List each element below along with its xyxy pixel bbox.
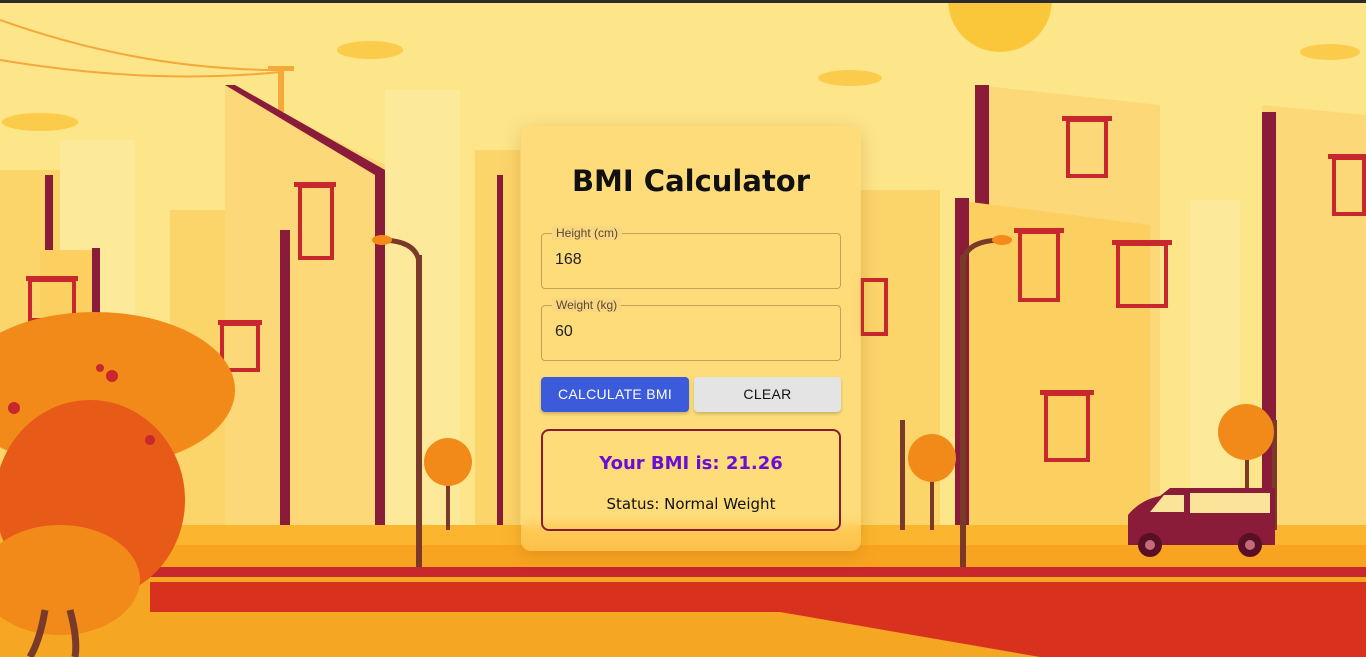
weight-field-label: Weight (kg): [552, 298, 622, 312]
window-top-border: [0, 0, 1366, 3]
clear-button[interactable]: CLEAR: [694, 377, 841, 412]
calculate-bmi-button[interactable]: CALCULATE BMI: [541, 377, 689, 412]
bmi-calculator-card: BMI Calculator Height (cm) 168 Weight (k…: [521, 126, 861, 551]
page-title: BMI Calculator: [571, 164, 811, 198]
result-panel: Your BMI is: 21.26 Status: Normal Weight: [541, 429, 841, 531]
height-field[interactable]: Height (cm) 168: [541, 226, 841, 289]
weight-input[interactable]: 60: [555, 323, 573, 341]
weight-field[interactable]: Weight (kg) 60: [541, 298, 841, 361]
bmi-status-text: Status: Normal Weight: [606, 495, 776, 513]
height-input[interactable]: 168: [555, 251, 582, 269]
bmi-result-text: Your BMI is: 21.26: [599, 453, 783, 474]
height-field-label: Height (cm): [552, 226, 623, 240]
